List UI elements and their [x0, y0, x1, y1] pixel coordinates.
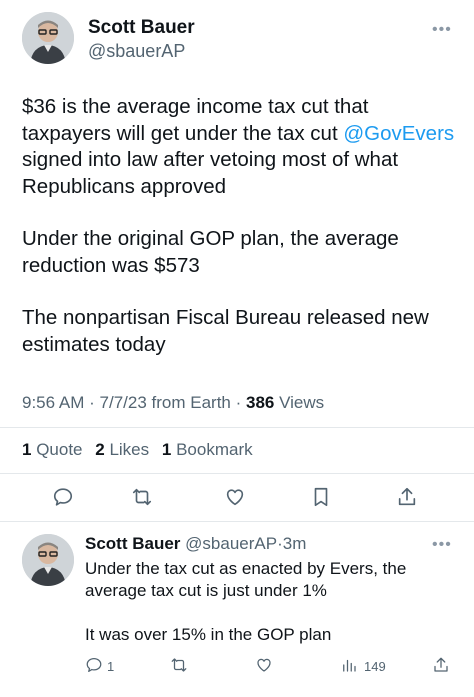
tweet-source: from Earth: [151, 393, 231, 412]
share-icon[interactable]: [396, 486, 418, 508]
reply-text: Under the tax cut as enacted by Evers, t…: [85, 558, 455, 646]
divider: [0, 521, 474, 522]
more-horizontal-icon[interactable]: •••: [432, 22, 452, 38]
avatar[interactable]: [22, 12, 74, 64]
views-count: 386: [246, 393, 275, 412]
tweet-stats: 1 Quote 2 Likes 1 Bookmark: [22, 440, 261, 460]
author-handle[interactable]: @sbauerAP: [88, 41, 185, 62]
author-name[interactable]: Scott Bauer: [88, 17, 195, 39]
views-label: Views: [279, 393, 325, 412]
mention-link[interactable]: @GovEvers: [343, 122, 454, 145]
author-name[interactable]: Scott Bauer: [85, 534, 180, 553]
tweet-paragraph: $36 is the average income tax cut that t…: [22, 95, 455, 198]
author-handle[interactable]: @sbauerAP: [185, 534, 277, 553]
views-count: 149: [364, 659, 386, 674]
tweet-meta: 9:56 AM · 7/7/23 from Earth · 386 Views: [22, 393, 325, 412]
retweet-icon[interactable]: [170, 656, 188, 674]
like-icon[interactable]: [255, 656, 273, 674]
divider: [0, 427, 474, 428]
bookmarks-stat[interactable]: 1 Bookmark: [162, 440, 253, 459]
retweet-icon[interactable]: [131, 486, 153, 508]
likes-stat[interactable]: 2 Likes: [95, 440, 149, 459]
tweet-paragraph: It was over 15% in the GOP plan: [85, 625, 332, 644]
share-icon[interactable]: [432, 656, 450, 674]
quotes-stat[interactable]: 1 Quote: [22, 440, 83, 459]
tweet-date[interactable]: 7/7/23: [100, 393, 147, 412]
tweet-time-ago[interactable]: 3m: [283, 534, 307, 553]
reply-count: 1: [107, 659, 115, 674]
more-horizontal-icon[interactable]: •••: [432, 537, 452, 553]
tweet-paragraph: The nonpartisan Fiscal Bureau released n…: [22, 306, 429, 356]
tweet-paragraph: Under the tax cut as enacted by Evers, t…: [85, 559, 407, 600]
reply-icon[interactable]: [85, 656, 103, 674]
tweet-time[interactable]: 9:56 AM: [22, 393, 84, 412]
divider: [0, 473, 474, 474]
reply-icon[interactable]: [52, 486, 74, 508]
tweet-paragraph: Under the original GOP plan, the average…: [22, 227, 399, 277]
like-icon[interactable]: [224, 486, 246, 508]
avatar[interactable]: [22, 534, 74, 586]
bookmark-icon[interactable]: [310, 486, 332, 508]
views-icon[interactable]: [340, 656, 358, 674]
tweet-text: $36 is the average income tax cut that t…: [22, 94, 462, 358]
reply-header: Scott Bauer @sbauerAP·3m: [85, 534, 307, 553]
